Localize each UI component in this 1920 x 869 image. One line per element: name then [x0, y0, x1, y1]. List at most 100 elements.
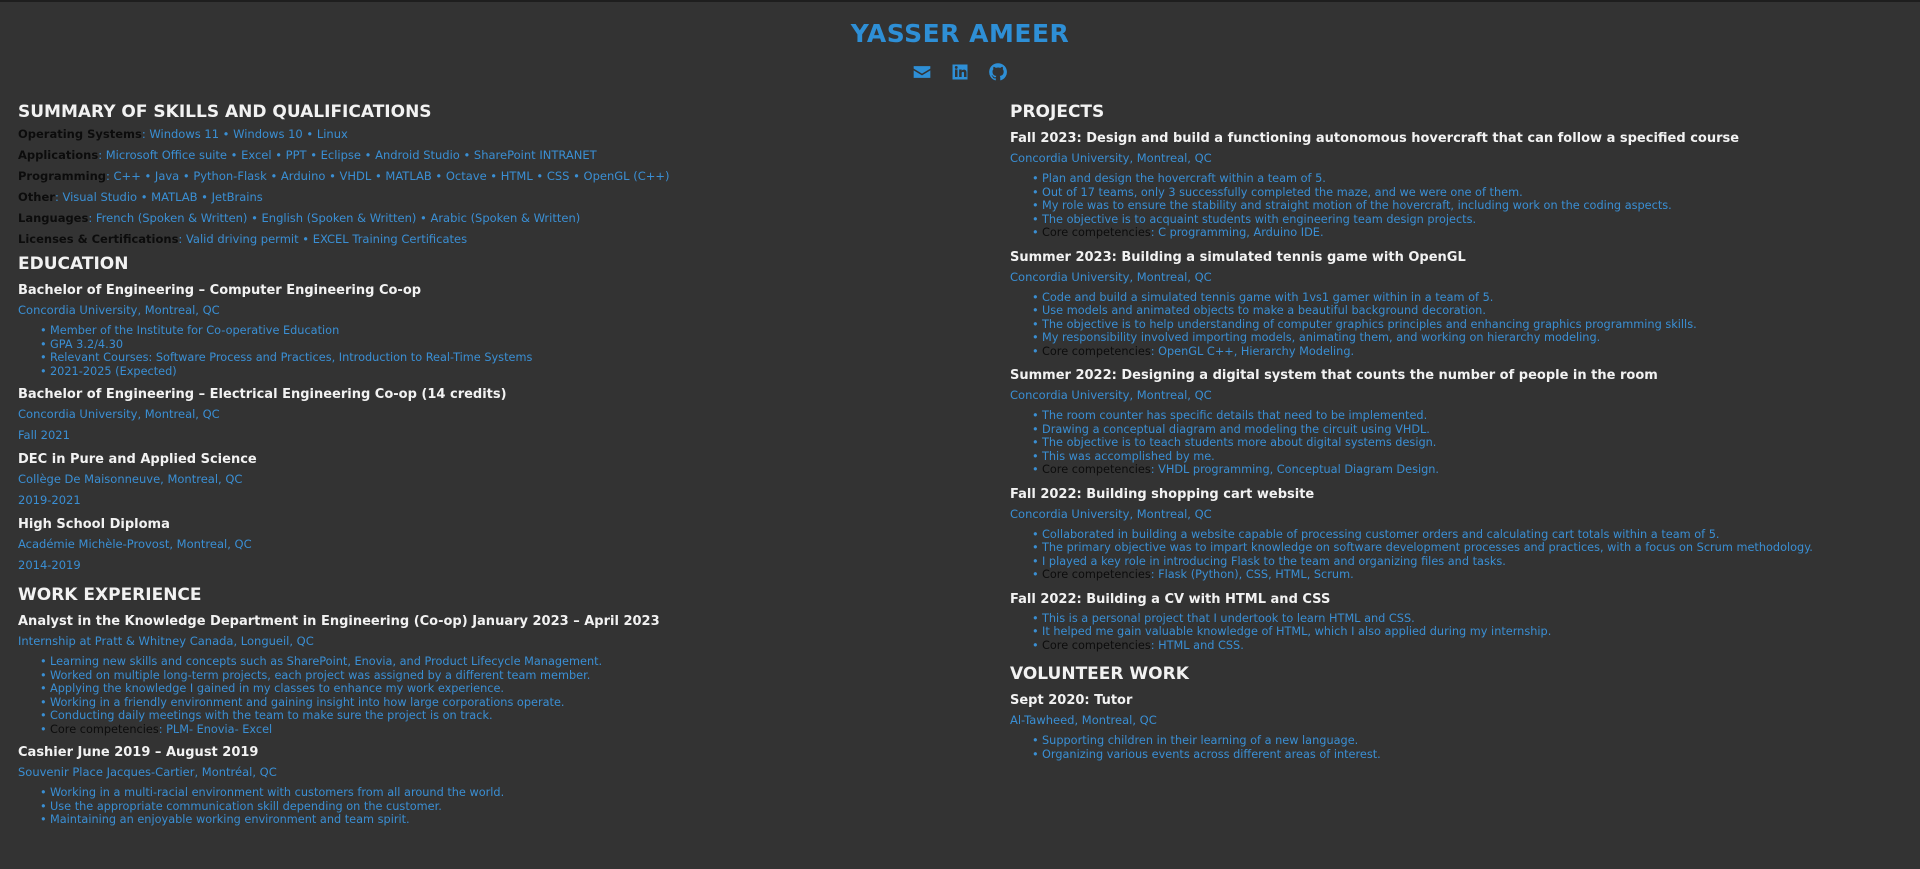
skill-row: Other: Visual Studio • MATLAB • JetBrain…: [18, 187, 978, 208]
list-item: This is a personal project that I undert…: [1032, 612, 1910, 626]
skill-value: C++ • Java • Python-Flask • Arduino • VH…: [113, 169, 670, 183]
entry-title: Sept 2020: Tutor: [1010, 693, 1133, 708]
list-item: Organizing various events across differe…: [1032, 748, 1910, 762]
list-item: Maintaining an enjoyable working environ…: [40, 813, 978, 827]
list-item: GPA 3.2/4.30: [40, 338, 978, 352]
entry-place: Souvenir Place Jacques-Cartier, Montréal…: [18, 765, 277, 779]
linkedin-link[interactable]: [950, 62, 970, 82]
entry: Summer 2022: Designing a digital system …: [1010, 367, 1910, 477]
entry-title: Summer 2022: Designing a digital system …: [1010, 368, 1658, 383]
bullet-list: This is a personal project that I undert…: [1010, 612, 1910, 653]
core-competencies: Core competencies: C programming, Arduin…: [1032, 226, 1910, 240]
skill-value: Windows 11 • Windows 10 • Linux: [149, 127, 348, 141]
linkedin-icon: [952, 64, 968, 80]
entry-place: Concordia University, Montreal, QC: [18, 303, 220, 317]
core-competencies-label: Core competencies: [1042, 638, 1151, 652]
list-item: Relevant Courses: Software Process and P…: [40, 351, 978, 365]
skill-separator: :: [88, 211, 96, 225]
entry: Sept 2020: Tutor Al-Tawheed, Montreal, QC…: [1010, 692, 1910, 761]
list-item: It helped me gain valuable knowledge of …: [1032, 625, 1910, 639]
entry: Analyst in the Knowledge Department in E…: [18, 613, 978, 736]
skill-value: Microsoft Office suite • Excel • PPT • E…: [105, 148, 597, 162]
list-item: Plan and design the hovercraft within a …: [1032, 172, 1910, 186]
core-competencies-value: : PLM- Enovia- Excel: [158, 722, 273, 736]
bullet-list: Learning new skills and concepts such as…: [18, 655, 978, 736]
skill-separator: :: [178, 232, 186, 246]
skill-separator: :: [98, 148, 106, 162]
list-item: Working in a multi-racial environment wi…: [40, 786, 978, 800]
list-item: Supporting children in their learning of…: [1032, 734, 1910, 748]
list-item: Working in a friendly environment and ga…: [40, 696, 978, 710]
skills-list: Operating Systems: Windows 11 • Windows …: [18, 124, 978, 250]
entry-place: Concordia University, Montreal, QC: [1010, 269, 1212, 284]
section-title: VOLUNTEER WORK: [1010, 664, 1189, 684]
list-item: Conducting daily meetings with the team …: [40, 709, 978, 723]
right-column: PROJECTS Fall 2023: Design and build a f…: [1010, 100, 1910, 761]
entry-date: 2014-2019: [18, 558, 81, 572]
entry: Cashier June 2019 – August 2019 Souvenir …: [18, 744, 978, 827]
work-section: WORK EXPERIENCE Analyst in the Knowledge…: [18, 583, 978, 827]
projects-list: Fall 2023: Design and build a functionin…: [1010, 130, 1910, 652]
skill-label: Operating Systems: [18, 127, 142, 141]
entry-place: Concordia University, Montreal, QC: [18, 407, 220, 421]
skill-label: Licenses & Certifications: [18, 232, 179, 246]
list-item: Member of the Institute for Co-operative…: [40, 324, 978, 338]
entry: DEC in Pure and Applied Science Collège D…: [18, 451, 978, 508]
core-competencies-label: Core competencies: [1042, 226, 1151, 239]
social-links: [0, 61, 1920, 83]
list-item: Use the appropriate communication skill …: [40, 800, 978, 814]
entry-title: Fall 2023: Design and build a functionin…: [1010, 131, 1740, 146]
github-link[interactable]: [988, 62, 1008, 82]
core-competencies-value: : OpenGL C++, Hierarchy Modeling.: [1150, 344, 1355, 358]
bullet-list: Code and build a simulated tennis game w…: [1010, 291, 1910, 359]
bullet-list: Collaborated in building a website capab…: [1010, 528, 1910, 582]
bullet-list: Supporting children in their learning of…: [1010, 734, 1910, 761]
entry-place: Concordia University, Montreal, QC: [1010, 506, 1212, 521]
list-item: Collaborated in building a website capab…: [1032, 528, 1910, 542]
work-list: Analyst in the Knowledge Department in E…: [18, 613, 978, 827]
left-column: SUMMARY OF SKILLS AND QUALIFICATIONS Ope…: [18, 100, 978, 827]
list-item: Use models and animated objects to make …: [1032, 304, 1910, 318]
entry-place: Académie Michèle-Provost, Montreal, QC: [18, 537, 252, 551]
entry-title: High School Diploma: [18, 517, 170, 532]
entry-place: Concordia University, Montreal, QC: [1010, 151, 1212, 165]
section-title: PROJECTS: [1010, 102, 1105, 122]
skill-row: Operating Systems: Windows 11 • Windows …: [18, 124, 978, 145]
list-item: I played a key role in introducing Flask…: [1032, 555, 1910, 569]
entry-title: Fall 2022: Building a CV with HTML and C…: [1010, 591, 1331, 607]
skill-value: French (Spoken & Written) • English (Spo…: [95, 211, 581, 225]
entry: High School Diploma Académie Michèle-Prov…: [18, 516, 978, 573]
entry-date: 2019-2021: [18, 493, 81, 507]
entry-title: Fall 2022: Building shopping cart websit…: [1010, 486, 1315, 502]
list-item: Worked on multiple long-term projects, e…: [40, 669, 978, 683]
page-title: YASSER AMEER: [850, 19, 1070, 48]
entry: Summer 2023: Building a simulated tennis…: [1010, 249, 1910, 359]
core-competencies: Core competencies: VHDL programming, Con…: [1032, 463, 1910, 477]
list-item: This was accomplished by me.: [1032, 450, 1910, 464]
resume-page: YASSER AMEER SUMMARY OF SKILLS AND QUALI…: [0, 0, 1920, 869]
core-competencies: Core competencies: OpenGL C++, Hierarchy…: [1032, 344, 1910, 359]
volunteer-section: VOLUNTEER WORK Sept 2020: Tutor Al-Tawhee…: [1010, 662, 1910, 761]
entry-place: Collège De Maisonneuve, Montreal, QC: [18, 472, 243, 486]
entry: Fall 2022: Building shopping cart websit…: [1010, 486, 1910, 582]
github-icon: [989, 63, 1007, 81]
entry: Bachelor of Engineering – Computer Engin…: [18, 282, 978, 378]
skill-label: Languages: [18, 211, 89, 225]
entry-title: Analyst in the Knowledge Department in E…: [18, 614, 660, 629]
projects-section: PROJECTS Fall 2023: Design and build a f…: [1010, 100, 1910, 652]
email-icon: [913, 66, 931, 78]
skill-value: Visual Studio • MATLAB • JetBrains: [62, 190, 263, 204]
list-item: Applying the knowledge I gained in my cl…: [40, 682, 978, 696]
skill-row: Languages: French (Spoken & Written) • E…: [18, 208, 978, 229]
list-item: The objective is to help understanding o…: [1032, 318, 1910, 332]
core-competencies-value: : VHDL programming, Conceptual Diagram D…: [1150, 463, 1440, 476]
entry-title: Summer 2023: Building a simulated tennis…: [1010, 249, 1466, 265]
core-competencies: Core competencies: HTML and CSS.: [1032, 638, 1910, 653]
entry-title: Bachelor of Engineering – Electrical Eng…: [18, 387, 507, 402]
core-competencies-value: : HTML and CSS.: [1150, 638, 1244, 652]
bullet-list: The room counter has specific details th…: [1010, 409, 1910, 477]
email-link[interactable]: [912, 62, 932, 82]
entry: Bachelor of Engineering – Electrical Eng…: [18, 386, 978, 443]
core-competencies-value: : Flask (Python), CSS, HTML, Scrum.: [1150, 568, 1354, 581]
list-item: The room counter has specific details th…: [1032, 409, 1910, 423]
